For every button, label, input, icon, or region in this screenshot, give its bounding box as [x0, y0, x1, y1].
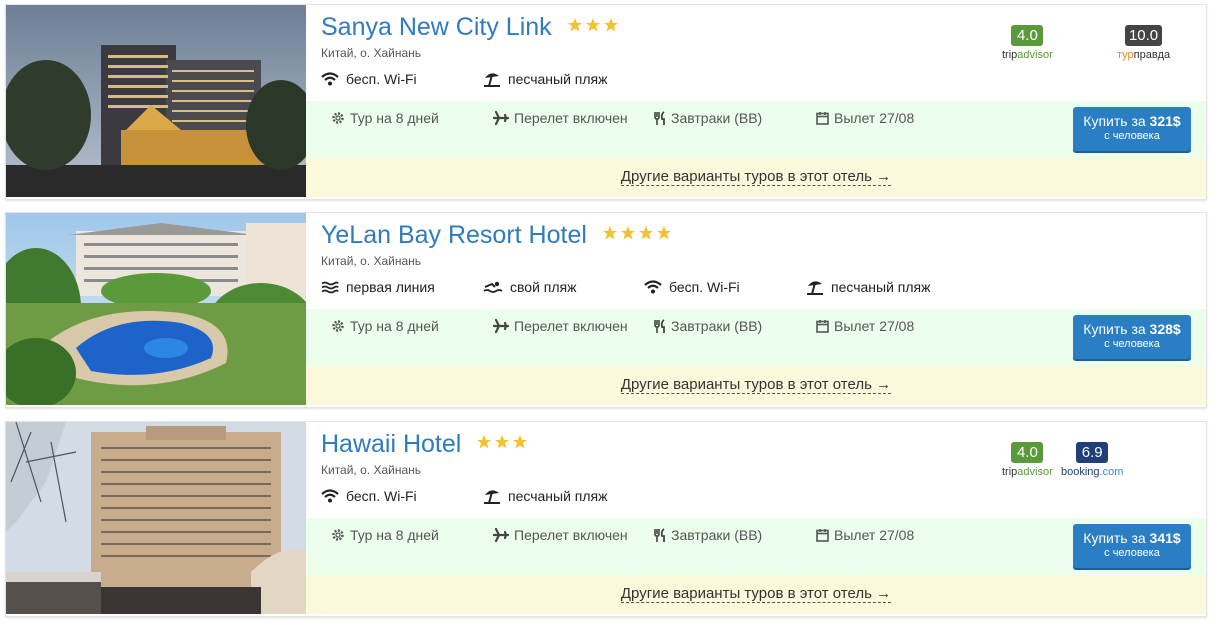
amenity-beach: песчаный пляж — [483, 488, 608, 504]
rating-score: 10.0 — [1124, 25, 1163, 46]
price: 341$ — [1149, 530, 1181, 546]
wifi-icon — [321, 72, 339, 86]
amenity-label: бесп. Wi-Fi — [346, 488, 417, 504]
star-icons — [602, 226, 671, 240]
swimmer-icon — [483, 281, 503, 293]
cutlery-icon — [654, 110, 665, 125]
tour-meals: Завтраки (BB) — [654, 527, 762, 543]
airplane-icon — [493, 528, 509, 542]
hotel-name[interactable]: YeLan Bay Resort Hotel — [321, 219, 674, 250]
hotel-photo[interactable] — [6, 422, 306, 614]
other-tours-bar: Другие варианты туров в этот отель → — [306, 366, 1206, 405]
buy-button[interactable]: Купить за 321$ с человека — [1073, 107, 1191, 151]
waves-icon — [321, 281, 339, 293]
amenity-label: песчаный пляж — [831, 279, 931, 295]
tour-flight: Перелет включен — [493, 110, 628, 126]
amenity-label: бесп. Wi-Fi — [346, 71, 417, 87]
tour-departure: Вылет 27/08 — [816, 110, 914, 126]
beach-umbrella-icon — [807, 281, 823, 295]
hotel-name-text[interactable]: Sanya New City Link — [321, 13, 552, 41]
calendar-icon — [816, 320, 829, 333]
beach-umbrella-icon — [484, 73, 500, 87]
beach-umbrella-icon — [484, 490, 500, 504]
rating-turpravda[interactable]: 10.0 турправда — [1117, 25, 1170, 61]
star-icons — [567, 18, 618, 32]
tour-duration: Тур на 8 дней — [331, 527, 439, 543]
tour-departure: Вылет 27/08 — [816, 527, 914, 543]
buy-button[interactable]: Купить за 341$ с человека — [1073, 524, 1191, 568]
tour-duration: Тур на 8 дней — [331, 110, 439, 126]
amenity-beach: песчаный пляж — [483, 71, 608, 87]
other-tours-link[interactable]: Другие варианты туров в этот отель → — [620, 585, 892, 603]
hotel-photo[interactable] — [6, 5, 306, 197]
rating-brand: турправда — [1117, 49, 1171, 61]
other-tours-link[interactable]: Другие варианты туров в этот отель → — [620, 168, 892, 186]
amenity-label: свой пляж — [510, 279, 577, 295]
tour-duration: Тур на 8 дней — [331, 318, 439, 334]
hotel-name-text[interactable]: YeLan Bay Resort Hotel — [321, 221, 587, 249]
other-tours-bar: Другие варианты туров в этот отель → — [306, 158, 1206, 197]
hotel-location: Китай, о. Хайнань — [321, 46, 422, 60]
rating-tripadvisor[interactable]: 4.0 tripadvisor — [1002, 25, 1053, 61]
tour-meals: Завтраки (BB) — [654, 318, 762, 334]
rating-brand: booking.com — [1061, 466, 1124, 478]
rating-score: 4.0 — [1011, 25, 1044, 46]
tour-flight: Перелет включен — [493, 527, 628, 543]
amenity-own-beach: свой пляж — [483, 279, 576, 295]
amenity-wifi: бесп. Wi-Fi — [321, 71, 417, 87]
buy-button[interactable]: Купить за 328$ с человека — [1073, 315, 1191, 359]
tour-info-bar: Тур на 8 дней Перелет включен Завтраки (… — [306, 518, 1206, 575]
other-tours-link[interactable]: Другие варианты туров в этот отель → — [620, 376, 892, 394]
rating-score: 6.9 — [1076, 442, 1109, 463]
amenity-wifi: бесп. Wi-Fi — [644, 279, 740, 295]
gear-icon — [332, 320, 344, 332]
price-note: с человека — [1104, 338, 1160, 350]
other-tours-bar: Другие варианты туров в этот отель → — [306, 575, 1206, 614]
wifi-icon — [644, 280, 662, 294]
amenity-label: первая линия — [346, 279, 435, 295]
rating-brand: tripadvisor — [1002, 466, 1053, 478]
amenity-wifi: бесп. Wi-Fi — [321, 488, 417, 504]
price: 321$ — [1149, 113, 1181, 129]
star-rating — [602, 219, 674, 248]
hotel-location: Китай, о. Хайнань — [321, 463, 422, 477]
amenity-beach: песчаный пляж — [806, 279, 931, 295]
tour-info-bar: Тур на 8 дней Перелет включен Завтраки (… — [306, 101, 1206, 158]
calendar-icon — [816, 529, 829, 542]
gear-icon — [332, 112, 344, 124]
price-note: с человека — [1104, 547, 1160, 559]
hotel-card: Sanya New City Link Китай, о. Хайнань бе… — [5, 4, 1207, 200]
amenity-label: бесп. Wi-Fi — [669, 279, 740, 295]
hotel-card: YeLan Bay Resort Hotel Китай, о. Хайнань… — [5, 212, 1207, 408]
gear-icon — [332, 529, 344, 541]
rating-tripadvisor[interactable]: 4.0 tripadvisor — [1002, 442, 1053, 478]
cutlery-icon — [654, 527, 665, 542]
rating-booking[interactable]: 6.9 booking.com — [1061, 442, 1123, 478]
amenity-label: песчаный пляж — [508, 71, 608, 87]
amenity-first-line: первая линия — [321, 279, 435, 295]
hotel-name-text[interactable]: Hawaii Hotel — [321, 430, 461, 458]
wifi-icon — [321, 489, 339, 503]
calendar-icon — [816, 112, 829, 125]
tour-flight: Перелет включен — [493, 318, 628, 334]
amenity-label: песчаный пляж — [508, 488, 608, 504]
star-rating — [476, 428, 530, 457]
hotel-photo[interactable] — [6, 213, 306, 405]
rating-score: 4.0 — [1011, 442, 1044, 463]
cutlery-icon — [654, 318, 665, 333]
airplane-icon — [493, 111, 509, 125]
price: 328$ — [1149, 321, 1181, 337]
tour-meals: Завтраки (BB) — [654, 110, 762, 126]
tour-info-bar: Тур на 8 дней Перелет включен Завтраки (… — [306, 309, 1206, 366]
price-note: с человека — [1104, 130, 1160, 142]
hotel-name[interactable]: Sanya New City Link — [321, 11, 621, 42]
airplane-icon — [493, 319, 509, 333]
hotel-name[interactable]: Hawaii Hotel — [321, 428, 530, 459]
rating-brand: tripadvisor — [1002, 49, 1053, 61]
star-icons — [477, 435, 528, 449]
star-rating — [567, 11, 621, 40]
hotel-location: Китай, о. Хайнань — [321, 254, 422, 268]
tour-departure: Вылет 27/08 — [816, 318, 914, 334]
hotel-card: Hawaii Hotel Китай, о. Хайнань бесп. Wi-… — [5, 421, 1207, 617]
